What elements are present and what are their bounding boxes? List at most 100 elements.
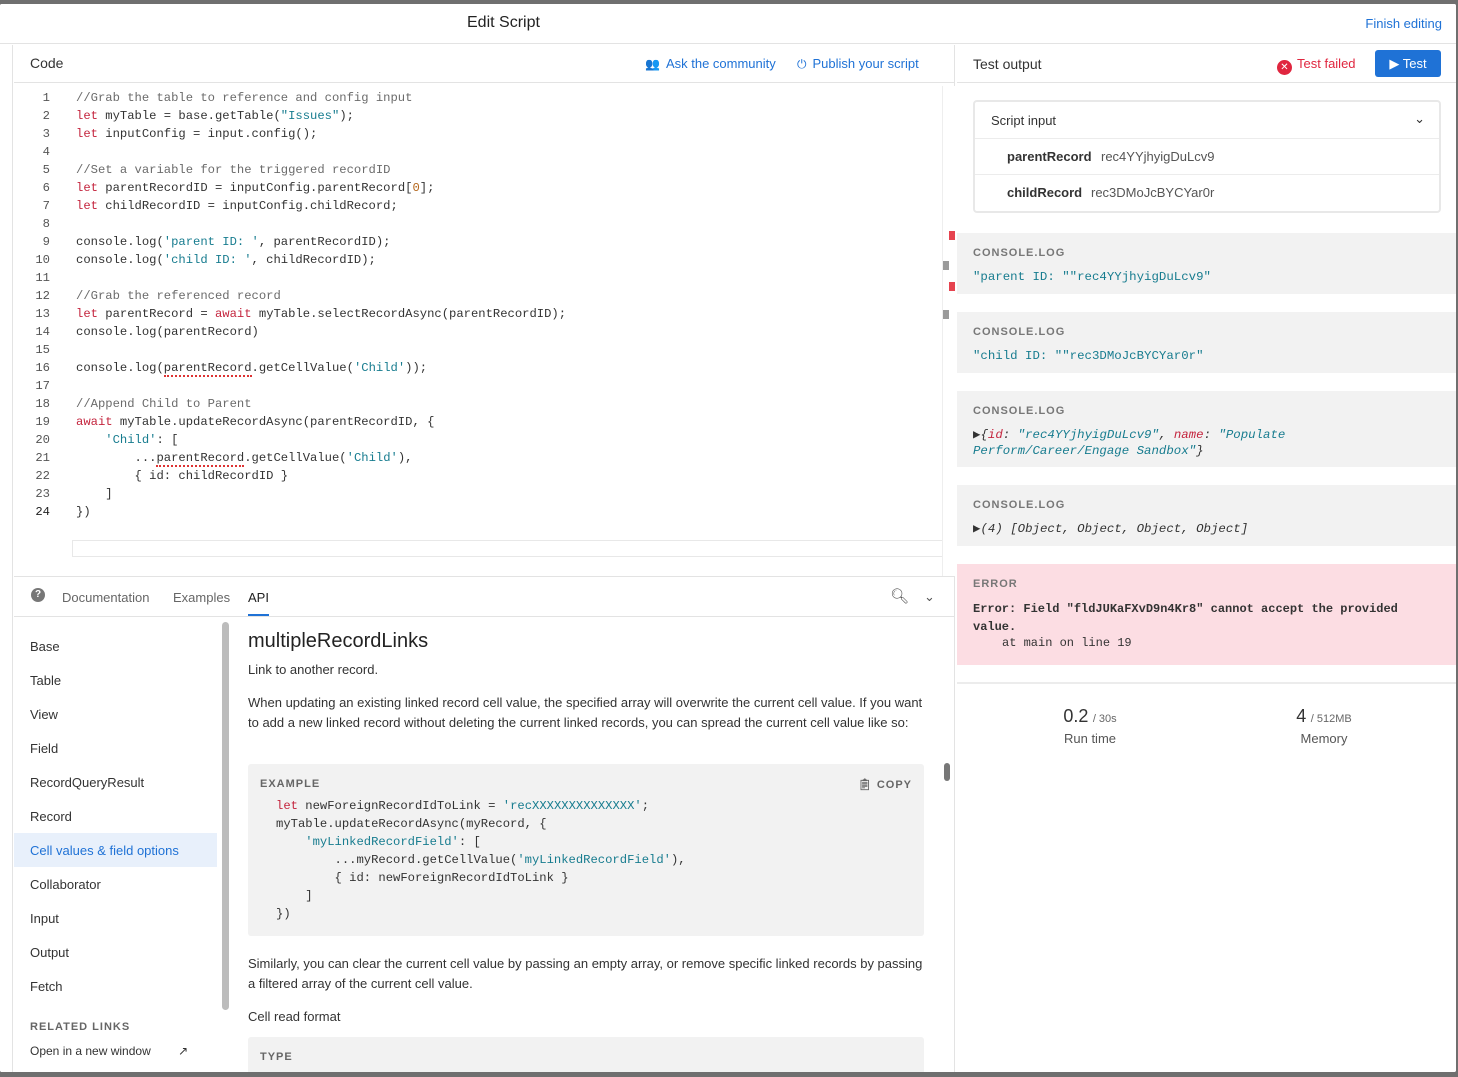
line-number: 3 [42,127,50,141]
doc-paragraph: Link to another record. [248,662,379,677]
line-number: 24 [35,505,50,519]
line-number: 17 [35,379,50,393]
input-row: parentRecord rec4YYjhyigDuLcv9 [975,138,1439,174]
test-button-label: Test [1402,56,1427,71]
line-number: 2 [42,109,50,123]
line-number: 23 [35,487,50,501]
code-editor[interactable]: 1 //Grab the table to reference and conf… [14,84,954,575]
line-number: 13 [35,307,50,321]
error-message: Error: Field "fldJUKaFXvD9n4Kr8" cannot … [973,602,1398,634]
code-line: }) [76,505,91,519]
error-label: ERROR [973,578,1018,590]
line-number: 7 [42,199,50,213]
code-label: Code [30,55,64,71]
nav-item-view[interactable]: View [30,707,58,722]
code-line: let myTable = base.getTable("Issues"); [76,109,354,123]
console-log-object[interactable]: ▶︎{id: "rec4YYjhyigDuLcv9", name: "Popul… [973,427,1285,459]
publish-icon: ⏻ [797,57,807,71]
nav-item-recordqueryresult[interactable]: RecordQueryResult [30,775,144,790]
error-marker [949,231,955,240]
open-new-window-label: Open in a new window [30,1044,151,1058]
test-status-label: Test failed [1297,56,1356,71]
copy-button[interactable]: 📋︎ COPY [858,778,912,791]
code-line: ] [76,487,113,501]
publish-script-link[interactable]: ⏻ Publish your script [797,56,919,72]
finish-editing-link[interactable]: Finish editing [1365,16,1442,31]
error-location: at main on line 19 [1002,636,1132,650]
open-new-window-link[interactable]: Open in a new window ↗ [30,1044,188,1058]
input-value: rec3DMoJcBYCYar0r [1091,185,1215,200]
console-log-entry: CONSOLE.LOG ▶︎{id: "rec4YYjhyigDuLcv9", … [957,391,1456,467]
nav-item-fetch[interactable]: Fetch [30,979,63,994]
line-number: 1 [42,91,50,105]
nav-item-record[interactable]: Record [30,809,72,824]
input-value: rec4YYjhyigDuLcv9 [1101,149,1215,164]
output-header: Test output ✕ Test failed ▶︎ Test [957,45,1456,83]
input-key: parentRecord [1007,149,1092,164]
input-row: childRecord rec3DMoJcBYCYar0r [975,174,1439,210]
console-log-label: CONSOLE.LOG [973,326,1066,338]
script-input-card: Script input ⌄ parentRecord rec4YYjhyigD… [973,100,1441,213]
copy-icon: 📋︎ [857,779,877,791]
nav-item-output[interactable]: Output [30,945,69,960]
users-icon: 👥 [645,57,660,71]
tab-examples[interactable]: Examples [173,590,230,605]
doc-paragraph: Similarly, you can clear the current cel… [248,956,923,991]
code-line: let childRecordID = inputConfig.childRec… [76,199,398,213]
search-icon[interactable]: 🔍︎ [890,587,909,605]
editor-scrollbar[interactable] [942,86,955,577]
doc-heading: multipleRecordLinks [248,630,429,652]
test-output-pane: Test output ✕ Test failed ▶︎ Test Script … [957,45,1456,1072]
test-button[interactable]: ▶︎ Test [1375,50,1441,77]
error-icon: ✕ [1277,60,1292,75]
doc-scrollbar[interactable] [944,763,950,781]
line-number: 16 [35,361,50,375]
page-title: Edit Script [467,14,540,31]
code-line: //Grab the referenced record [76,289,281,303]
code-line: console.log(parentRecord) [76,325,259,339]
line-number: 20 [35,433,50,447]
line-number: 9 [42,235,50,249]
left-edge-strip [0,45,13,1072]
console-log-array[interactable]: ▶︎(4) [Object, Object, Object, Object] [973,521,1248,537]
chevron-down-icon[interactable]: ⌄ [1414,111,1425,127]
test-status: ✕ Test failed [1277,56,1356,75]
code-pane: Code 👥 Ask the community ⏻ Publish your sc… [14,45,955,577]
code-line: ...parentRecord.getCellValue('Child'), [76,451,413,467]
example-code: let newForeignRecordIdToLink = 'recXXXXX… [276,799,686,921]
help-icon[interactable]: ? [31,588,45,602]
scroll-marker [943,261,949,270]
documentation-pane: ? Documentation Examples API 🔍︎ ⌄ Base T… [14,576,955,1072]
screen-frame: Edit Script Finish editing Code 👥 Ask the… [0,0,1458,1077]
nav-item-field[interactable]: Field [30,741,58,756]
line-number: 4 [42,145,50,159]
code-line: //Grab the table to reference and config… [76,91,413,105]
console-log-label: CONSOLE.LOG [973,499,1066,511]
memory-limit: / 512MB [1310,713,1352,725]
chevron-down-icon[interactable]: ⌄ [924,589,935,605]
nav-item-table[interactable]: Table [30,673,61,688]
code-line: let inputConfig = input.config(); [76,127,318,141]
console-log-label: CONSOLE.LOG [973,247,1066,259]
current-line-highlight [72,540,954,557]
code-line: console.log('child ID: ', childRecordID)… [76,253,376,267]
nav-item-collaborator[interactable]: Collaborator [30,877,101,892]
ask-community-link[interactable]: 👥 Ask the community [645,56,776,71]
publish-script-label: Publish your script [812,56,919,71]
nav-item-base[interactable]: Base [30,639,60,654]
console-log-entry: CONSOLE.LOG "child ID: ""rec3DMoJcBYCYar… [957,312,1456,373]
type-label: TYPE [260,1051,293,1063]
sidebar-scrollbar[interactable] [222,622,229,1010]
code-line: 'Child': [ [105,433,179,447]
tab-api[interactable]: API [248,590,269,616]
nav-item-cell-values[interactable]: Cell values & field options [30,843,179,858]
window-header: Edit Script Finish editing [0,4,1456,44]
error-entry: ERROR Error: Field "fldJUKaFXvD9n4Kr8" c… [957,564,1456,665]
play-icon: ▶︎ [1389,56,1403,71]
code-line: console.log('parent ID: ', parentRecordI… [76,235,391,249]
line-number: 18 [35,397,50,411]
line-number: 10 [35,253,50,267]
nav-item-input[interactable]: Input [30,911,59,926]
tab-documentation[interactable]: Documentation [62,590,149,605]
doc-paragraph: Cell read format [248,1009,341,1024]
